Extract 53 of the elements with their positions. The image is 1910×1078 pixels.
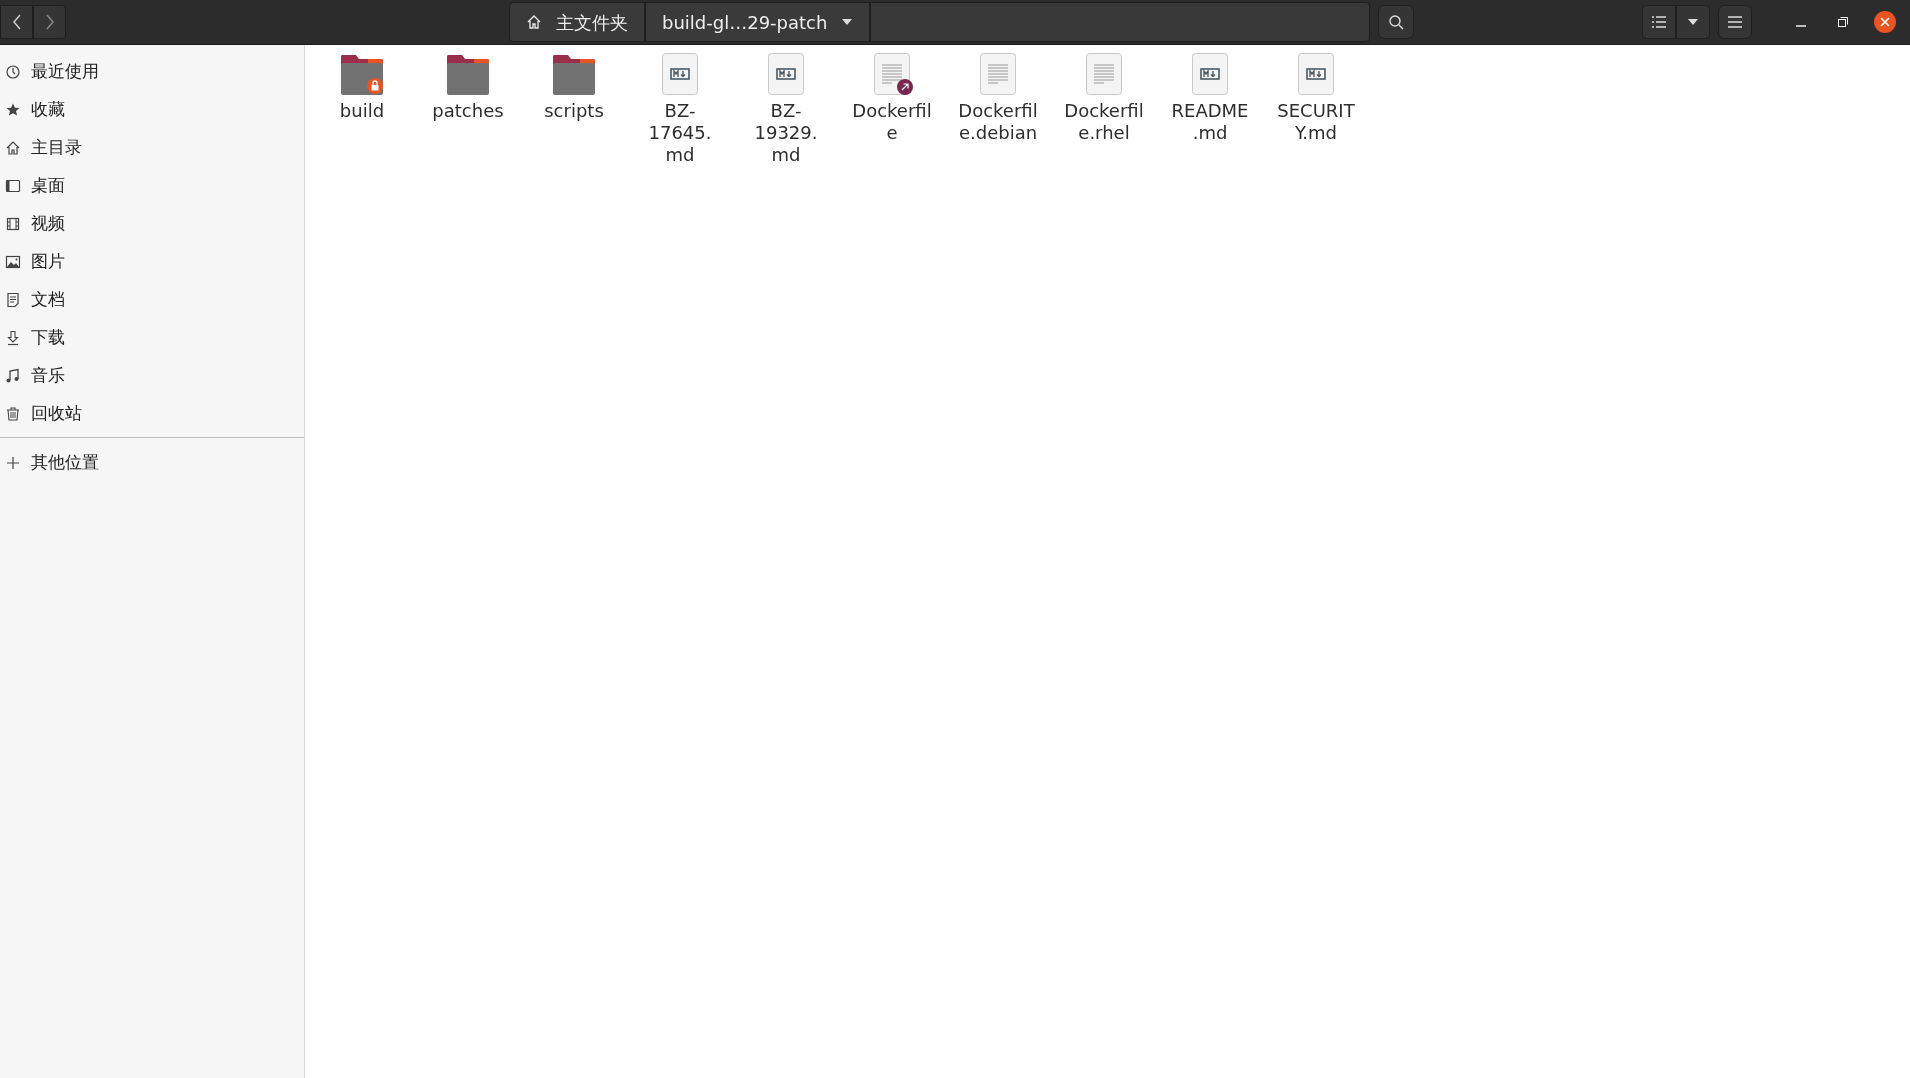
search-icon xyxy=(1388,14,1405,30)
clock-icon xyxy=(5,64,21,80)
home-icon xyxy=(5,140,21,156)
sidebar-item[interactable]: 视频 xyxy=(0,205,304,243)
download-icon xyxy=(5,330,21,346)
sidebar-item[interactable]: 主目录 xyxy=(0,129,304,167)
caret-icon xyxy=(1687,18,1699,26)
picture-icon xyxy=(5,254,21,270)
trash-icon xyxy=(5,406,21,422)
folder-icon xyxy=(444,53,492,95)
forward-button[interactable] xyxy=(33,5,66,39)
sidebar-item[interactable]: 其他位置 xyxy=(0,444,304,482)
sidebar-item[interactable]: 最近使用 xyxy=(0,53,304,91)
file-name[interactable]: BZ- 19329. md xyxy=(754,100,818,166)
path-button[interactable]: 主文件夹 xyxy=(509,2,645,42)
file-name[interactable]: Dockerfil e.debian xyxy=(958,100,1038,144)
sidebar-item[interactable]: 回收站 xyxy=(0,395,304,433)
minimize-icon xyxy=(1796,25,1806,27)
file-name[interactable]: Dockerfil e.rhel xyxy=(1064,100,1144,144)
view-options-button[interactable] xyxy=(1676,5,1710,39)
film-icon xyxy=(5,216,21,232)
close-icon xyxy=(1874,11,1896,33)
search-button[interactable] xyxy=(1378,5,1415,39)
desktop-icon xyxy=(5,178,21,194)
back-button[interactable] xyxy=(0,5,33,39)
path-button[interactable]: build-gl…29-patch xyxy=(645,2,871,42)
star-icon xyxy=(5,102,21,118)
file-name[interactable]: BZ- 17645. md xyxy=(648,100,712,166)
file-name[interactable]: README .md xyxy=(1171,100,1249,144)
plus-icon xyxy=(5,455,21,471)
music-note-icon xyxy=(5,368,21,384)
caret-icon xyxy=(841,18,854,26)
list-view-button[interactable] xyxy=(1642,5,1676,39)
home-icon xyxy=(526,14,542,30)
sidebar-item[interactable]: 桌面 xyxy=(0,167,304,205)
locked-folder-icon xyxy=(338,53,386,95)
list-icon xyxy=(1652,16,1666,28)
file-name[interactable]: SECURIT Y.md xyxy=(1277,100,1355,144)
menu-icon xyxy=(1728,16,1742,28)
sidebar-item[interactable]: 图片 xyxy=(0,243,304,281)
folder-icon xyxy=(550,53,598,95)
document-icon xyxy=(5,292,21,308)
path-bar-field[interactable] xyxy=(870,2,1371,42)
file-name[interactable]: Dockerfil e xyxy=(852,100,932,144)
file-name[interactable]: patches xyxy=(432,100,504,122)
sidebar-item[interactable]: 文档 xyxy=(0,281,304,319)
sidebar-item[interactable]: 收藏 xyxy=(0,91,304,129)
sidebar-item[interactable]: 音乐 xyxy=(0,357,304,395)
menu-button[interactable] xyxy=(1718,5,1752,39)
sidebar-item[interactable]: 下载 xyxy=(0,319,304,357)
restore-icon xyxy=(1838,17,1848,27)
file-name[interactable]: build xyxy=(339,100,385,122)
file-name[interactable]: scripts xyxy=(544,100,604,122)
